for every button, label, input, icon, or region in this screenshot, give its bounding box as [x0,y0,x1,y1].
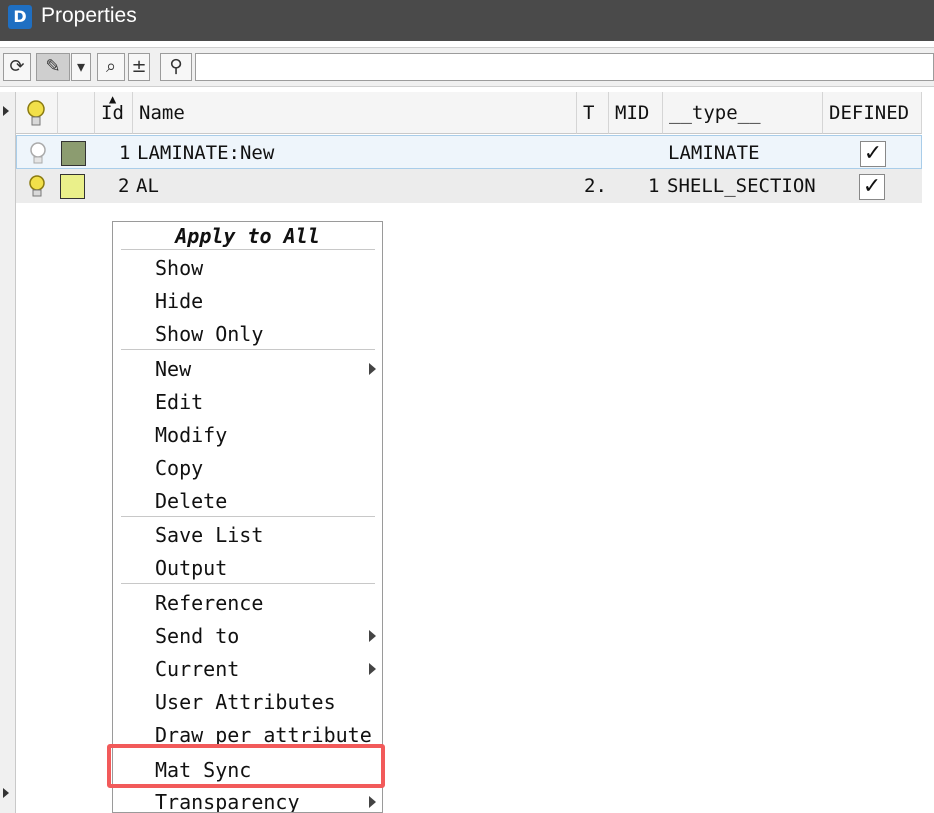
highlight-button[interactable]: ✎ [36,53,70,81]
toolbar: ⟳ ✎ ▾ ⌕ ± ⚲ [0,47,934,87]
table-row[interactable]: 2 AL 2. 1 SHELL_SECTION ✓ [16,169,922,203]
row-t: 2. [584,175,607,197]
expand-arrow-icon[interactable] [3,106,9,116]
submenu-arrow-icon [369,363,376,375]
row-type: LAMINATE [668,142,760,164]
menu-item-output[interactable]: Output [155,553,227,583]
menu-separator [121,349,375,350]
row-mid: 1 [648,175,660,197]
mat-sync-highlight-box [107,744,385,788]
header-id[interactable]: ▲ Id [95,92,133,134]
header-color[interactable] [58,92,95,134]
table-row[interactable]: 1 LAMINATE:New LAMINATE ✓ [16,135,922,169]
search-icon: ⚲ [169,56,183,77]
refresh-icon: ⟳ [9,56,25,77]
defined-checkbox[interactable]: ✓ [860,141,886,167]
menu-item-copy[interactable]: Copy [155,453,203,483]
menu-item-reference[interactable]: Reference [155,588,263,618]
row-header-column [0,92,16,813]
context-menu: Apply to All Show Hide Show Only New Edi… [112,221,383,813]
sort-arrow-icon: ▲ [109,92,117,106]
header-name-label: Name [139,102,185,124]
header-defined-label: DEFINED [829,102,910,124]
header-defined[interactable]: DEFINED [823,92,922,134]
search-input[interactable] [195,53,934,81]
menu-item-send-to[interactable]: Send to [155,621,239,651]
highlight-dropdown-button[interactable]: ▾ [71,53,91,81]
header-type-label: __type__ [669,102,761,124]
row-type: SHELL_SECTION [667,175,816,197]
menu-item-new[interactable]: New [155,354,191,384]
header-name[interactable]: Name [133,92,577,134]
window-title: Properties [41,4,137,27]
menu-item-edit[interactable]: Edit [155,387,203,417]
menu-item-user-attributes[interactable]: User Attributes [155,687,336,717]
zoom-button[interactable]: ⌕ [97,53,125,81]
menu-separator [121,583,375,584]
refresh-button[interactable]: ⟳ [3,53,31,81]
header-t-label: T [583,102,595,124]
plus-minus-icon: ± [131,56,147,77]
row-name: AL [136,175,159,197]
header-mid-label: MID [615,102,650,124]
header-type[interactable]: __type__ [663,92,823,134]
scroll-arrow-icon[interactable] [3,788,9,798]
menu-separator [121,249,375,250]
highlight-pen-icon: ✎ [45,56,61,77]
menu-item-delete[interactable]: Delete [155,486,227,516]
menu-item-modify[interactable]: Modify [155,420,227,450]
header-t[interactable]: T [577,92,609,134]
menu-title-apply-to-all: Apply to All [175,224,320,248]
submenu-arrow-icon [369,663,376,675]
color-swatch[interactable] [60,174,85,199]
lightbulb-on-icon[interactable] [26,173,48,207]
title-bar: D Properties [0,0,934,41]
defined-checkbox[interactable]: ✓ [859,174,885,200]
search-button[interactable]: ⚲ [160,53,192,81]
menu-item-current[interactable]: Current [155,654,239,684]
menu-item-transparency[interactable]: Transparency [155,787,300,812]
app-logo-icon: D [8,5,32,29]
menu-item-save-list[interactable]: Save List [155,520,263,550]
submenu-arrow-icon [369,630,376,642]
row-id: 1 [119,142,131,164]
menu-separator [121,516,375,517]
dropdown-arrow-icon: ▾ [76,57,86,76]
row-name: LAMINATE:New [137,142,275,164]
lightbulb-icon [27,100,45,126]
header-visibility[interactable] [16,92,58,134]
menu-item-show[interactable]: Show [155,253,203,283]
submenu-arrow-icon [369,796,376,808]
expand-collapse-button[interactable]: ± [128,53,150,81]
row-id: 2 [118,175,130,197]
header-mid[interactable]: MID [609,92,663,134]
zoom-icon: ⌕ [105,56,117,77]
color-swatch[interactable] [61,141,86,166]
menu-item-hide[interactable]: Hide [155,286,203,316]
menu-item-show-only[interactable]: Show Only [155,319,263,349]
